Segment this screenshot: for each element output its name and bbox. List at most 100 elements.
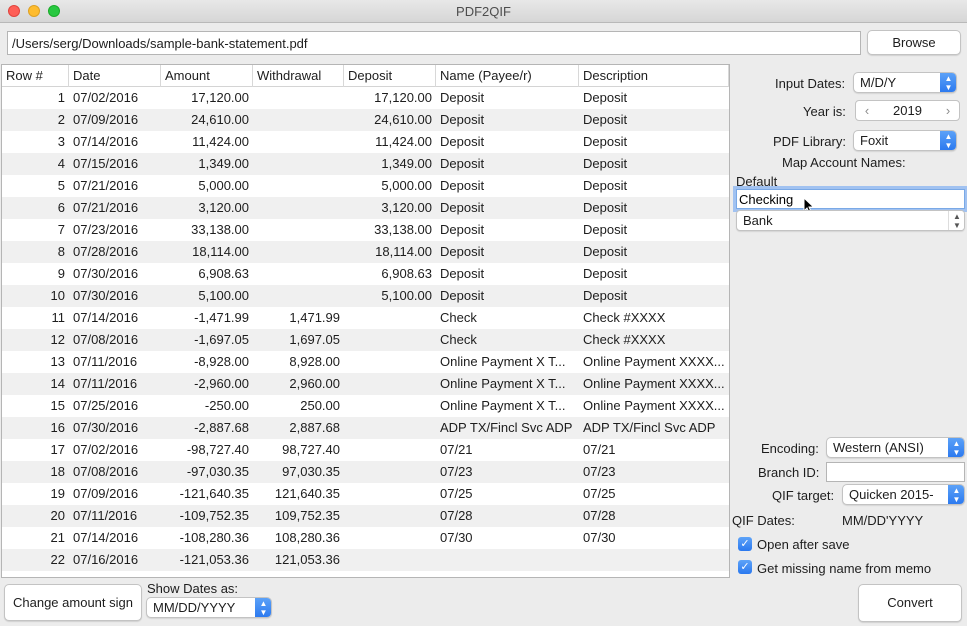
table-body: 1 07/02/2016 17,120.00 17,120.00 Deposit Depo… [2,87,729,571]
table-row[interactable]: 13 07/11/2016 -8,928.00 8,928.00 Online Paym… [2,351,729,373]
cell-payee-name: Deposit [440,178,485,193]
table-row[interactable]: 3 07/14/2016 11,424.00 11,424.00 Deposit Depo… [2,131,729,153]
file-path-input[interactable] [7,31,861,55]
column-header-row-number[interactable]: Row # [2,65,69,87]
convert-button[interactable]: Convert [858,584,962,622]
cell-row-number: 6 [57,200,65,215]
cell-description [579,549,729,571]
table-row[interactable]: 21 07/14/2016 -108,280.36 108,280.36 07/30 07… [2,527,729,549]
cell-deposit [344,439,436,461]
cell-date: 07/09/2016 [73,112,139,127]
cell-withdrawal [253,197,344,219]
cell-description: Online Payment XXXX... [583,354,725,369]
input-dates-value: M/D/Y [860,75,897,90]
table-header: Row # Date Amount Withdrawal Deposit Name (Pa… [2,65,729,87]
cell-row-number: 20 [50,508,65,523]
open-after-save-checkbox[interactable]: ✓ [738,537,752,551]
branch-id-input[interactable] [826,462,965,482]
cell-withdrawal [253,131,344,153]
table-row[interactable]: 14 07/11/2016 -2,960.00 2,960.00 Online Paym… [2,373,729,395]
cell-amount: -108,280.36 [179,530,249,545]
table-row[interactable]: 12 07/08/2016 -1,697.05 1,697.05 Check Check … [2,329,729,351]
table-row[interactable]: 10 07/30/2016 5,100.00 5,100.00 Deposit Depos… [2,285,729,307]
cell-payee-name [436,549,579,571]
get-missing-name-checkbox[interactable]: ✓ [738,560,752,574]
column-header-deposit[interactable]: Deposit [344,65,436,87]
table-row[interactable]: 8 07/28/2016 18,114.00 18,114.00 Deposit Depo… [2,241,729,263]
table-row[interactable]: 16 07/30/2016 -2,887.68 2,887.68 ADP TX/Finc… [2,417,729,439]
table-row[interactable]: 17 07/02/2016 -98,727.40 98,727.40 07/21 07/2… [2,439,729,461]
cell-date: 07/30/2016 [73,420,139,435]
column-header-withdrawal[interactable]: Withdrawal [253,65,344,87]
table-row[interactable]: 11 07/14/2016 -1,471.99 1,471.99 Check Check … [2,307,729,329]
table-row[interactable]: 6 07/21/2016 3,120.00 3,120.00 Deposit Deposi… [2,197,729,219]
cell-description: Check #XXXX [583,310,666,325]
cell-amount: 18,114.00 [192,244,249,259]
cell-row-number: 13 [50,354,65,369]
table-row[interactable]: 18 07/08/2016 -97,030.35 97,030.35 07/23 07/2… [2,461,729,483]
cell-description: Online Payment XXXX... [583,376,725,391]
qif-dates-label: QIF Dates: [732,513,795,528]
cell-date: 07/14/2016 [73,530,139,545]
cell-amount: -1,471.99 [194,310,249,325]
cell-date: 07/08/2016 [73,332,139,347]
table-row[interactable]: 4 07/15/2016 1,349.00 1,349.00 Deposit Deposi… [2,153,729,175]
cell-withdrawal: 108,280.36 [274,530,340,545]
cell-date: 07/23/2016 [73,222,139,237]
cell-row-number: 22 [50,552,65,567]
cell-deposit [344,307,436,329]
account-type-select[interactable]: Bank ▲ ▼ [736,210,965,231]
browse-button[interactable]: Browse [867,30,961,55]
cell-date: 07/11/2016 [73,354,138,369]
cell-deposit: 5,100.00 [381,288,432,303]
cell-payee-name: Deposit [440,244,485,259]
cell-row-number: 8 [57,244,65,259]
transactions-table[interactable]: Row # Date Amount Withdrawal Deposit Name (Pa… [1,64,730,578]
show-dates-label: Show Dates as: [147,581,239,596]
cell-description: Deposit [583,134,628,149]
qif-target-select[interactable]: Quicken 2015- ▲ ▼ [842,484,965,505]
cell-payee-name: Deposit [440,266,485,281]
cell-description: 07/23 [583,464,616,479]
cell-withdrawal: 1,471.99 [289,310,340,325]
cell-payee-name: 07/28 [440,508,473,523]
chevron-updown-icon: ▲ ▼ [948,211,964,230]
year-stepper[interactable]: ‹ 2019 › [855,100,960,121]
pdf-library-value: Foxit [860,133,889,148]
cell-withdrawal [253,175,344,197]
pdf-library-select[interactable]: Foxit ▲ ▼ [853,130,957,151]
cell-description: 07/28 [583,508,616,523]
cell-amount: 3,120.00 [198,200,249,215]
cell-withdrawal: 97,030.35 [282,464,340,479]
table-row[interactable]: 19 07/09/2016 -121,640.35 121,640.35 07/25 07… [2,483,729,505]
cell-deposit [344,417,436,439]
window-title: PDF2QIF [456,4,511,19]
account-name-input[interactable] [736,189,965,209]
column-header-amount[interactable]: Amount [161,65,253,87]
encoding-select[interactable]: Western (ANSI) ▲ ▼ [826,437,965,458]
table-row[interactable]: 5 07/21/2016 5,000.00 5,000.00 Deposit Deposi… [2,175,729,197]
cell-row-number: 4 [57,156,65,171]
cell-payee-name: Deposit [440,112,485,127]
encoding-value: Western (ANSI) [833,440,924,455]
cell-amount: 11,424.00 [192,134,249,149]
show-dates-select[interactable]: MM/DD/YYYY ▲ ▼ [146,597,272,618]
column-header-description[interactable]: Description [579,65,729,87]
table-row[interactable]: 9 07/30/2016 6,908.63 6,908.63 Deposit Deposi… [2,263,729,285]
table-row[interactable]: 7 07/23/2016 33,138.00 33,138.00 Deposit Depo… [2,219,729,241]
column-header-payee-name[interactable]: Name (Payee/r) [436,65,579,87]
chevron-right-icon[interactable]: › [941,101,955,120]
cell-date: 07/28/2016 [73,244,139,259]
table-row[interactable]: 20 07/11/2016 -109,752.35 109,752.35 07/28 07… [2,505,729,527]
table-row[interactable]: 22 07/16/2016 -121,053.36 121,053.36 [2,549,729,571]
default-account-label: Default [736,174,778,189]
table-row[interactable]: 2 07/09/2016 24,610.00 24,610.00 Deposit Depo… [2,109,729,131]
input-dates-label: Input Dates: [775,76,846,91]
cell-description: ADP TX/Fincl Svc ADP [583,420,716,435]
column-header-date[interactable]: Date [69,65,161,87]
change-amount-sign-button[interactable]: Change amount sign [4,584,142,621]
input-dates-select[interactable]: M/D/Y ▲ ▼ [853,72,957,93]
table-row[interactable]: 1 07/02/2016 17,120.00 17,120.00 Deposit Depo… [2,87,729,109]
table-row[interactable]: 15 07/25/2016 -250.00 250.00 Online Payment … [2,395,729,417]
chevron-updown-icon: ▲ ▼ [948,485,964,504]
